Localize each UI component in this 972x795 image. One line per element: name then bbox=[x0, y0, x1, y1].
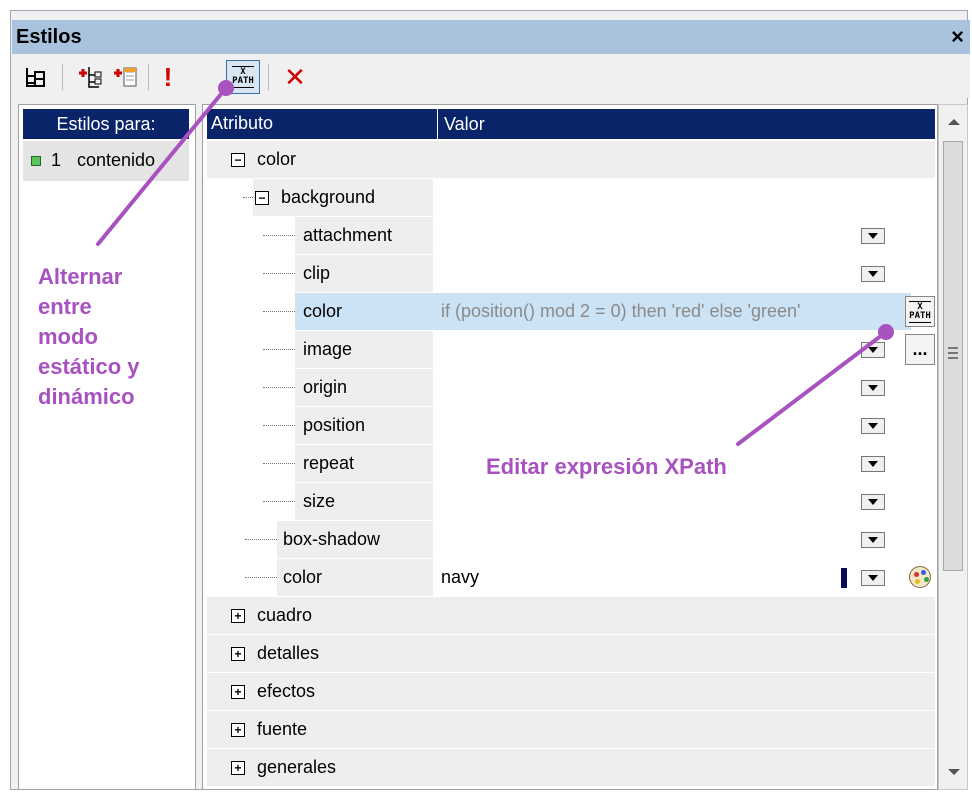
arrow-head bbox=[218, 80, 234, 96]
arrow-head bbox=[878, 324, 894, 340]
arrow-line bbox=[96, 86, 228, 246]
annotation-arrows bbox=[96, 80, 894, 446]
arrow-line bbox=[736, 330, 888, 446]
